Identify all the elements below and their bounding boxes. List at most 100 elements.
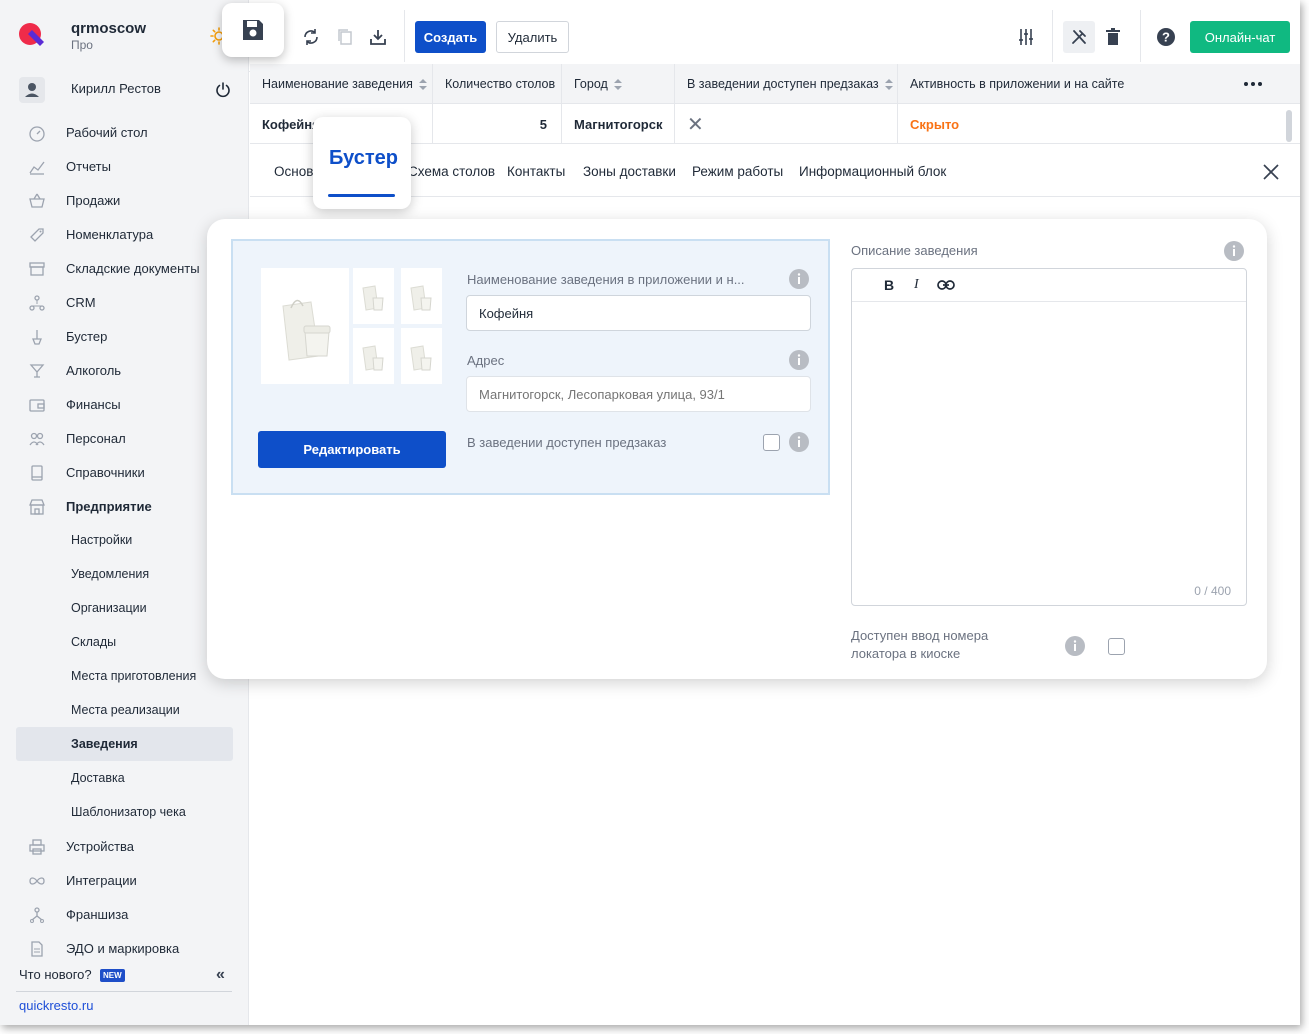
brand-logo-icon[interactable] xyxy=(18,22,46,50)
sidebar-item-integrations[interactable]: Интеграции xyxy=(0,863,249,897)
app-window: qrmoscow Про Кирилл Рестов Рабочий стол … xyxy=(0,0,1300,1025)
info-icon[interactable] xyxy=(789,350,809,370)
power-icon[interactable] xyxy=(214,81,232,99)
toolbar-divider xyxy=(1140,10,1141,62)
column-header-label: Активность в приложении и на сайте xyxy=(910,77,1125,91)
active-tab-indicator xyxy=(328,194,395,197)
infinity-icon xyxy=(29,877,45,885)
column-header-city[interactable]: Город xyxy=(562,64,675,104)
help-icon[interactable]: ? xyxy=(1156,27,1176,47)
create-button[interactable]: Создать xyxy=(415,21,486,53)
venue-thumb-image[interactable] xyxy=(353,268,394,324)
kiosk-locator-checkbox[interactable] xyxy=(1108,638,1125,655)
save-button[interactable] xyxy=(222,3,284,57)
sidebar-subitem-label: Склады xyxy=(71,635,117,649)
dashboard-icon xyxy=(29,126,45,142)
sidebar-subitem-venues[interactable]: Заведения xyxy=(0,727,249,761)
sidebar-item-label: Справочники xyxy=(66,464,145,480)
venue-thumb-image[interactable] xyxy=(401,268,442,324)
online-chat-button[interactable]: Онлайн-чат xyxy=(1190,21,1290,53)
description-editor[interactable]: B I 0 / 400 xyxy=(851,268,1247,606)
info-icon[interactable] xyxy=(789,432,809,452)
tab-table-layout[interactable]: Схема столов xyxy=(408,164,495,179)
glass-icon xyxy=(29,364,45,378)
avatar[interactable] xyxy=(19,77,45,103)
tab-work-hours[interactable]: Режим работы xyxy=(692,164,783,179)
brand-name[interactable]: qrmoscow xyxy=(71,20,146,37)
sidebar-subitem-delivery[interactable]: Доставка xyxy=(0,761,249,795)
char-counter: 0 / 400 xyxy=(1194,584,1231,598)
new-badge: NEW xyxy=(100,969,125,982)
sidebar-item-label: Рабочий стол xyxy=(66,124,148,140)
copy-icon[interactable] xyxy=(335,27,355,47)
brand-plan: Про xyxy=(71,38,93,52)
tab-booster-active[interactable]: Бустер xyxy=(313,117,411,209)
download-icon[interactable] xyxy=(368,27,388,47)
column-header-tables[interactable]: Количество столов xyxy=(433,64,562,104)
sidebar-item-reports[interactable]: Отчеты xyxy=(0,149,249,183)
refresh-icon[interactable] xyxy=(301,27,321,47)
address-input[interactable] xyxy=(466,376,811,412)
toolbar: Создать Удалить ? Онлайн-чат xyxy=(249,0,1300,72)
column-header-name[interactable]: Наименование заведения xyxy=(250,64,433,104)
scrollbar[interactable] xyxy=(1286,110,1292,142)
italic-icon[interactable]: I xyxy=(914,277,919,293)
sidebar-item-label: Номенклатура xyxy=(66,226,154,242)
venue-thumb-image[interactable] xyxy=(353,328,394,384)
venue-thumb-image[interactable] xyxy=(401,328,442,384)
bold-icon[interactable]: B xyxy=(884,277,894,293)
trash-icon[interactable] xyxy=(1103,27,1123,47)
close-icon[interactable] xyxy=(1262,163,1280,181)
link-icon[interactable] xyxy=(937,278,955,292)
tab-main[interactable]: Основ xyxy=(274,164,313,179)
whats-new-link[interactable]: Что нового? xyxy=(19,967,92,982)
tools-button[interactable] xyxy=(1063,21,1095,53)
tools-icon xyxy=(1072,30,1086,44)
sidebar-item-label: Интеграции xyxy=(66,872,137,888)
site-link[interactable]: quickresto.ru xyxy=(19,998,93,1013)
book-icon xyxy=(31,465,43,481)
sort-icon[interactable] xyxy=(418,78,427,90)
collapse-sidebar-icon[interactable]: « xyxy=(216,966,225,984)
info-icon[interactable] xyxy=(789,269,809,289)
more-icon[interactable] xyxy=(1243,78,1263,90)
franchise-icon xyxy=(30,907,44,923)
cell-city: Магнитогорск xyxy=(562,104,675,144)
column-header-label: Наименование заведения xyxy=(262,77,413,91)
info-icon[interactable] xyxy=(1065,636,1085,656)
sidebar-subitem-receipt-templates[interactable]: Шаблонизатор чека xyxy=(0,795,249,829)
tag-icon xyxy=(30,228,44,242)
preorder-label: В заведении доступен предзаказ xyxy=(467,435,667,450)
sidebar-item-label: Алкоголь xyxy=(66,362,122,378)
edit-images-button[interactable]: Редактировать xyxy=(258,431,446,468)
column-settings-icon[interactable] xyxy=(1016,27,1036,47)
tab-delivery-zones[interactable]: Зоны доставки xyxy=(583,164,676,179)
cell-activity-status: Скрыто xyxy=(910,116,960,132)
sidebar-item-dashboard[interactable]: Рабочий стол xyxy=(0,115,249,149)
tab-contacts[interactable]: Контакты xyxy=(507,164,565,179)
info-icon[interactable] xyxy=(1224,241,1244,261)
user-name[interactable]: Кирилл Рестов xyxy=(71,81,161,96)
sidebar-item-devices[interactable]: Устройства xyxy=(0,829,249,863)
sort-icon[interactable] xyxy=(613,78,622,90)
venue-main-image[interactable] xyxy=(261,268,349,384)
column-header-activity[interactable]: Активность в приложении и на сайте xyxy=(898,64,1300,104)
cell-tables: 5 xyxy=(433,104,562,144)
sidebar-item-edo[interactable]: ЭДО и маркировка xyxy=(0,931,249,965)
description-label: Описание заведения xyxy=(851,243,978,258)
sidebar-item-label: Устройства xyxy=(66,838,135,854)
delete-button[interactable]: Удалить xyxy=(496,21,569,53)
sidebar-subitem-label: Настройки xyxy=(71,533,133,547)
column-header-preorder[interactable]: В заведении доступен предзаказ xyxy=(675,64,898,104)
user-row[interactable]: Кирилл Рестов xyxy=(0,72,249,108)
packaging-image xyxy=(282,299,331,361)
sidebar-subitem-sale-places[interactable]: Места реализации xyxy=(0,693,249,727)
wallet-icon xyxy=(29,399,45,412)
sidebar-item-franchise[interactable]: Франшиза xyxy=(0,897,249,931)
sidebar-subitem-label: Организации xyxy=(71,601,147,615)
preorder-checkbox[interactable] xyxy=(763,434,780,451)
tab-info-block[interactable]: Информационный блок xyxy=(799,164,946,179)
sort-icon[interactable] xyxy=(884,78,893,90)
venue-name-input[interactable] xyxy=(466,295,811,331)
sidebar-item-sales[interactable]: Продажи xyxy=(0,183,249,217)
